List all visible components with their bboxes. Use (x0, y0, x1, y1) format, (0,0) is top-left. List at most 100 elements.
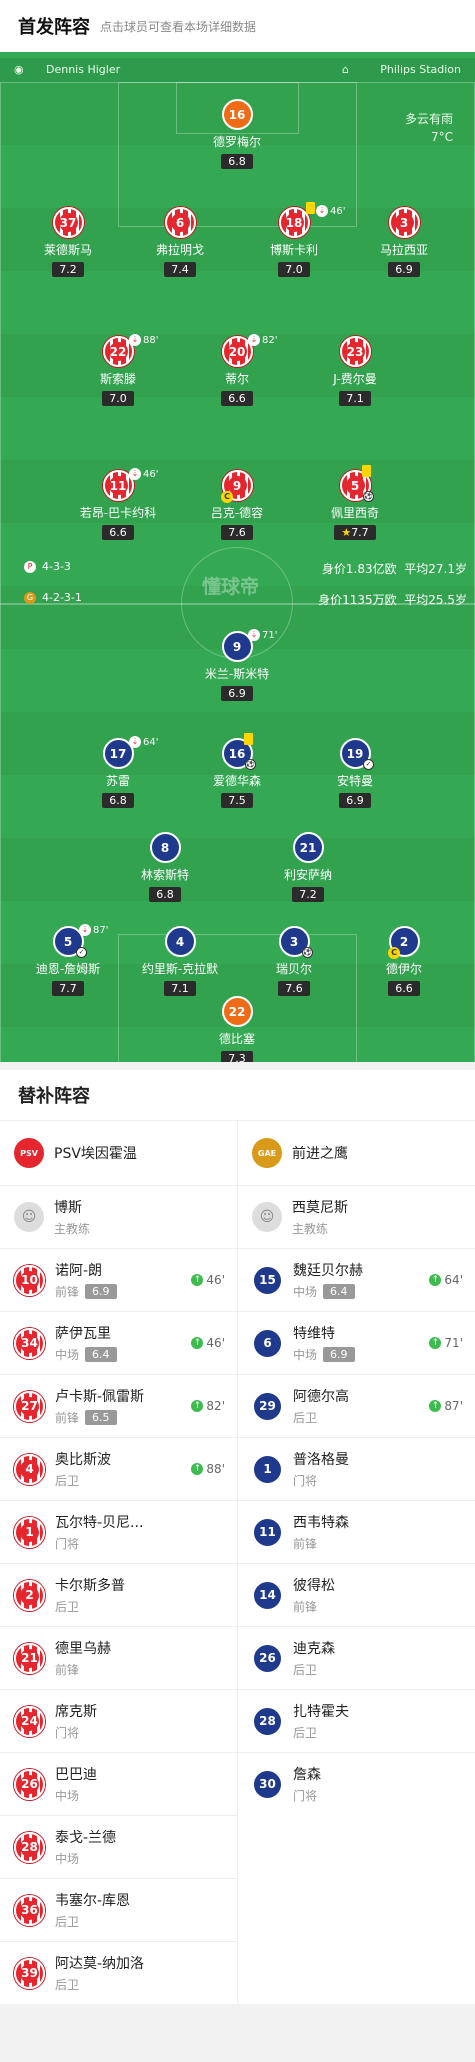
bench-player-row[interactable]: 26 迪克森 后卫 (238, 1626, 475, 1689)
bench-player-row[interactable]: 1 普洛格曼 门将 (238, 1437, 475, 1500)
bench-player-name: 扎特霍夫 (293, 1704, 349, 1720)
bench-player-row[interactable]: 10 诺阿-朗 前锋 6.9 ↑ 46' (0, 1248, 237, 1311)
bench-player-name: 迪克森 (293, 1641, 335, 1657)
psv-crest-icon: PSV (14, 1138, 44, 1168)
bench-player-position: 后卫 (55, 1600, 80, 1614)
home-coach[interactable]: ☺ 博斯 主教练 (0, 1185, 237, 1248)
player-rating: ★7.7 (334, 525, 376, 540)
bench-player-row[interactable]: 39 阿达莫-纳加洛 后卫 (0, 1941, 237, 2004)
bench-player-row[interactable]: 30 詹森 门将 (238, 1752, 475, 1815)
bench-player-name: 巴巴迪 (55, 1767, 97, 1783)
sub-off-icon: ⇣ (129, 468, 141, 480)
sub-in-icon: ↑ (429, 1337, 442, 1349)
goal-ball-icon: ⚽ (363, 491, 374, 502)
player-home-6[interactable]: 6 弗拉明戈 7.4 (130, 207, 230, 277)
player-name: 德罗梅尔 (212, 135, 261, 149)
bench-player-name: 特维特 (293, 1326, 335, 1342)
jersey: 14 (252, 1579, 283, 1611)
away-bench-column: GAE 前进之鹰 ☺ 西莫尼斯 主教练 15 魏廷贝尔赫 中场 6.4 ↑ 64' 6 特维特 中场 6… (237, 1120, 475, 2004)
player-away-16[interactable]: 16 ⚽ 爱德华森 7.5 (187, 733, 287, 808)
jersey: 6 (252, 1327, 283, 1359)
bench-player-row[interactable]: 28 泰戈-兰德 中场 (0, 1815, 237, 1878)
player-name: 约里斯-克拉默 (141, 962, 219, 976)
bench-player-row[interactable]: 1 瓦尔特-贝尼... 门将 (0, 1500, 237, 1563)
jersey: 3 (394, 213, 414, 232)
player-home-5[interactable]: 5 ⚽ 佩里西奇 ★7.7 (305, 465, 405, 540)
player-name: 蒂尔 (224, 372, 249, 386)
bench-player-row[interactable]: 6 特维特 中场 6.9 ↑ 71' (238, 1311, 475, 1374)
player-name: 瑞贝尔 (275, 962, 312, 976)
bench-player-row[interactable]: 15 魏廷贝尔赫 中场 6.4 ↑ 64' (238, 1248, 475, 1311)
player-home-11[interactable]: 11 ⇣ 46' 若昂-巴卡约科 6.6 (68, 468, 168, 540)
assist-icon: ✓ (76, 947, 87, 958)
bench-player-name: 奥比斯波 (55, 1452, 111, 1468)
player-home-3[interactable]: 3 马拉西亚 6.9 (354, 207, 454, 277)
player-home-22[interactable]: 22 ⇣ 88' 斯索滕 7.0 (68, 334, 168, 406)
bench-player-row[interactable]: 34 萨伊瓦里 中场 6.4 ↑ 46' (0, 1311, 237, 1374)
player-away-5[interactable]: 5 ⇣ 87' ✓ 迪恩-詹姆斯 7.7 (18, 924, 118, 996)
jersey: 28 (252, 1705, 283, 1737)
venue-name: Philips Stadion (380, 63, 461, 76)
jersey: 27 (14, 1390, 45, 1422)
bench-player-row[interactable]: 24 席克斯 门将 (0, 1689, 237, 1752)
bench-player-row[interactable]: 26 巴巴迪 中场 (0, 1752, 237, 1815)
bench-player-row[interactable]: 29 阿德尔高 后卫 ↑ 87' (238, 1374, 475, 1437)
player-home-16[interactable]: 16 德罗梅尔 6.8 (187, 99, 287, 169)
bench-player-name: 席克斯 (55, 1704, 97, 1720)
home-age-text: 平均27.1岁 (404, 562, 467, 576)
player-rating: 7.0 (278, 262, 310, 277)
sub-in-icon: ↑ (191, 1337, 204, 1349)
player-away-3[interactable]: 3 ⚽ 瑞贝尔 7.6 (244, 926, 344, 996)
jersey-number: 10 (20, 1270, 39, 1290)
player-home-18[interactable]: 18 ⇣ 46' 博斯卡利 7.0 (244, 202, 345, 277)
weather-text: 多云有雨 (404, 112, 453, 126)
bench-player-row[interactable]: 21 德里乌赫 前锋 (0, 1626, 237, 1689)
player-rating: 6.9 (388, 262, 420, 277)
bench-player-row[interactable]: 14 彼得松前锋 (238, 1563, 475, 1626)
player-home-9[interactable]: 9 C 吕克-德容 7.6 (187, 470, 287, 540)
jersey: 24 (14, 1705, 45, 1737)
whistle-icon: ◉ (14, 63, 24, 76)
weather: 多云有雨 7°C (405, 110, 453, 146)
player-away-8[interactable]: 8 林索斯特 6.8 (115, 832, 215, 902)
bench-player-row[interactable]: 27 卢卡斯-佩雷斯 前锋 6.5 ↑ 82' (0, 1374, 237, 1437)
player-away-19[interactable]: 19 ✓ 安特曼 6.9 (305, 738, 405, 808)
sub-time: 64' (143, 736, 159, 748)
player-away-2[interactable]: 2 C 德伊尔 6.6 (354, 926, 454, 996)
player-rating: 7.6 (221, 525, 253, 540)
sub-in: ↑ 71' (429, 1336, 463, 1350)
player-rating: 7.1 (164, 981, 196, 996)
lineup-title: 首发阵容 (18, 17, 90, 38)
bench-player-row[interactable]: 2 卡尔斯多普 后卫 (0, 1563, 237, 1626)
jersey-number: 4 (20, 1459, 39, 1479)
away-coach[interactable]: ☺ 西莫尼斯 主教练 (238, 1185, 475, 1248)
player-away-21[interactable]: 21 利安萨纳 7.2 (258, 832, 358, 902)
player-away-9[interactable]: 9 ⇣ 71' 米兰-斯米特 6.9 (187, 629, 287, 701)
bench-player-row[interactable]: 28 扎特霍夫 后卫 (238, 1689, 475, 1752)
bench-player-position: 中场 (293, 1285, 318, 1299)
player-home-37[interactable]: 37 莱德斯马 7.2 (18, 207, 118, 277)
jersey-number: 21 (20, 1648, 39, 1668)
player-home-23[interactable]: 23 J-费尔曼 7.1 (305, 336, 405, 406)
bench-player-position: 前锋 (293, 1600, 318, 1614)
player-rating: 7.2 (292, 887, 324, 902)
jersey: 11 (252, 1516, 283, 1548)
referee-name: Dennis Higler (46, 63, 121, 76)
player-away-4[interactable]: 4 约里斯-克拉默 7.1 (130, 926, 230, 996)
bench-player-position: 后卫 (55, 1978, 80, 1992)
jersey: 37 (58, 213, 78, 232)
home-formation: P 4-3-3 (24, 560, 71, 573)
bench-player-position: 后卫 (55, 1474, 80, 1488)
bench-player-name: 彼得松 (293, 1578, 335, 1594)
sub-time: 71' (262, 629, 278, 641)
player-away-22[interactable]: 22 德比塞 7.3 (187, 996, 287, 1062)
player-name: 弗拉明戈 (155, 243, 204, 257)
player-away-17[interactable]: 17 ⇣ 64' 苏雷 6.8 (68, 736, 168, 808)
player-rating: 7.2 (52, 262, 84, 277)
bench-player-row[interactable]: 4 奥比斯波 后卫 ↑ 88' (0, 1437, 237, 1500)
jersey: 26 (14, 1768, 45, 1800)
player-name: 马拉西亚 (379, 243, 428, 257)
bench-player-row[interactable]: 36 韦塞尔-库恩 后卫 (0, 1878, 237, 1941)
player-home-20[interactable]: 20 ⇣ 82' 蒂尔 6.6 (187, 334, 287, 406)
bench-player-row[interactable]: 11 西韦特森 前锋 (238, 1500, 475, 1563)
